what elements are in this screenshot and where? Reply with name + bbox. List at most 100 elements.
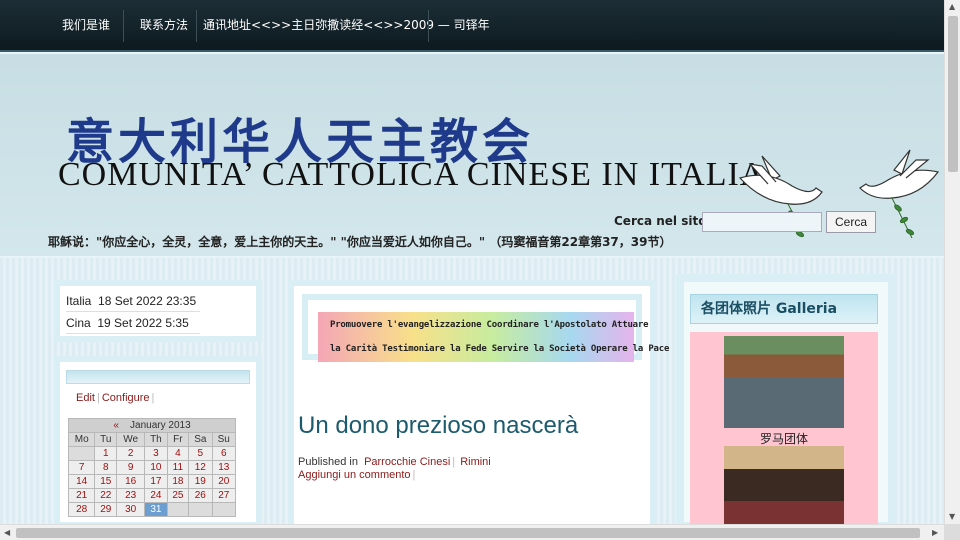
calendar-day[interactable]: 27	[211, 488, 237, 503]
dove-right-icon	[859, 149, 940, 199]
weekday: Tu	[94, 432, 118, 447]
scripture-verse: 耶稣说："你应全心，全灵，全意，爱上主你的天主。" "你应当爱近人如你自己。" …	[48, 235, 672, 249]
clock-row-italy: Italia 18 Set 2022 23:35	[66, 290, 200, 312]
calendar-day[interactable]: 28	[67, 502, 96, 517]
calendar-day[interactable]: 3	[144, 446, 168, 461]
vertical-scrollbar[interactable]: ▲ ▼	[944, 0, 960, 524]
calendar-week: 14 15 16 17 18 19 20	[67, 474, 237, 489]
calendar-weekdays: Mo Tu We Th Fr Sa Su	[67, 432, 237, 447]
search-input[interactable]	[702, 212, 822, 232]
calendar-day	[188, 502, 213, 517]
calendar-day[interactable]: 2	[116, 446, 146, 461]
nav-separator	[428, 10, 429, 42]
scroll-up-icon[interactable]: ▲	[949, 2, 955, 11]
calendar-day	[166, 502, 190, 517]
calendar-day[interactable]: 10	[144, 460, 168, 475]
gallery-caption[interactable]: 罗马团体	[690, 430, 878, 447]
category-link[interactable]: Parrocchie Cinesi	[364, 456, 450, 468]
calendar-header: « January 2013	[68, 418, 236, 433]
calendar-day-today[interactable]: 31	[144, 502, 168, 517]
calendar-day[interactable]: 26	[188, 488, 213, 503]
calendar-day	[211, 502, 237, 517]
scroll-down-icon[interactable]: ▼	[949, 512, 955, 521]
gallery-photo[interactable]	[724, 446, 844, 528]
search-label: Cerca nel sito:	[614, 214, 712, 228]
calendar-day[interactable]: 20	[211, 474, 237, 489]
site-title-italian[interactable]: COMUNITA’ CATTOLICA CINESE IN ITALIA	[58, 156, 765, 194]
search-button[interactable]: Cerca	[826, 211, 876, 233]
clock-value: 19 Set 2022 5:35	[97, 316, 189, 330]
top-navigation: 我们是谁 联系方法 通讯地址<<>>主日弥撒读经<<>>2009 — 司铎年	[0, 0, 944, 52]
link-separator: |	[412, 469, 416, 481]
calendar-day[interactable]: 17	[144, 474, 168, 489]
add-comment-link[interactable]: Aggiungi un commento	[298, 469, 411, 481]
configure-link[interactable]: Configure	[102, 392, 150, 404]
widget-title-bar	[66, 370, 250, 384]
weekday: Mo	[67, 432, 96, 447]
dove-left-icon	[738, 155, 823, 205]
nav-item-contact[interactable]: 联系方法	[140, 0, 188, 50]
post-meta: Published in Parrocchie Cinesi | Rimini A…	[298, 456, 491, 482]
clock-value: 18 Set 2022 23:35	[98, 294, 197, 308]
calendar-day[interactable]: 23	[116, 488, 146, 503]
calendar-day[interactable]: 30	[116, 502, 146, 517]
calendar-day[interactable]: 21	[67, 488, 96, 503]
calendar-day[interactable]: 14	[67, 474, 96, 489]
clock-label: Italia	[66, 294, 92, 308]
calendar-prev-link[interactable]: «	[113, 420, 119, 431]
weekday: Th	[144, 432, 168, 447]
gallery-box: 罗马团体	[690, 332, 878, 528]
link-separator: |	[452, 456, 456, 468]
nav-item-who-we-are[interactable]: 我们是谁	[62, 0, 110, 50]
nav-item-address-readings[interactable]: 通讯地址<<>>主日弥撒读经<<>>2009 — 司铎年	[203, 0, 490, 50]
calendar-day[interactable]: 6	[211, 446, 237, 461]
weekday: Fr	[166, 432, 190, 447]
category-link[interactable]: Rimini	[460, 456, 491, 468]
scroll-left-icon[interactable]: ◀	[4, 528, 10, 537]
calendar-day[interactable]: 8	[94, 460, 118, 475]
calendar-day[interactable]: 5	[188, 446, 213, 461]
vertical-scroll-thumb[interactable]	[948, 16, 958, 172]
horizontal-scroll-thumb[interactable]	[16, 528, 920, 538]
horizontal-scrollbar[interactable]: ◀ ▶	[0, 524, 944, 540]
banner-line: Promuovere l'evangelizzazione Coordinare…	[330, 320, 649, 330]
calendar-month: January 2013	[130, 420, 191, 431]
gallery-photo-rome[interactable]	[724, 336, 844, 428]
clock-row-china: Cina 19 Set 2022 5:35	[66, 312, 200, 334]
calendar-day	[67, 446, 96, 461]
clock-widget: Italia 18 Set 2022 23:35 Cina 19 Set 202…	[54, 280, 262, 342]
calendar-day[interactable]: 18	[166, 474, 190, 489]
nav-separator	[123, 10, 124, 42]
calendar-day[interactable]: 1	[94, 446, 118, 461]
calendar-day[interactable]: 15	[94, 474, 118, 489]
calendar-day[interactable]: 29	[94, 502, 118, 517]
calendar-week: 28 29 30 31	[67, 502, 237, 517]
calendar-day[interactable]: 13	[211, 460, 237, 475]
calendar-day[interactable]: 9	[116, 460, 146, 475]
main-article-column: Promuovere l'evangelizzazione Coordinare…	[288, 280, 669, 530]
calendar-widget: Edit | Configure | « January 2013 Mo Tu We …	[54, 356, 262, 528]
nav-separator	[196, 10, 197, 42]
published-in-label: Published in	[298, 456, 358, 468]
calendar-day[interactable]: 16	[116, 474, 146, 489]
calendar-day[interactable]: 4	[166, 446, 190, 461]
weekday: Su	[211, 432, 237, 447]
calendar-week: 1 2 3 4 5 6	[67, 446, 237, 461]
calendar-week: 7 8 9 10 11 12 13	[67, 460, 237, 475]
link-separator: |	[151, 392, 155, 404]
edit-link[interactable]: Edit	[76, 392, 95, 404]
gallery-widget: 各团体照片 Galleria 罗马团体	[676, 274, 896, 530]
calendar-day[interactable]: 11	[166, 460, 190, 475]
scroll-right-icon[interactable]: ▶	[932, 528, 938, 537]
calendar-day[interactable]: 7	[67, 460, 96, 475]
weekday: We	[116, 432, 146, 447]
calendar-day[interactable]: 22	[94, 488, 118, 503]
post-title[interactable]: Un dono prezioso nascerà	[298, 412, 578, 440]
site-header: 意大利华人天主教会 COMUNITA’ CATTOLICA CINESE IN …	[0, 54, 944, 256]
calendar-day[interactable]: 25	[166, 488, 190, 503]
calendar-day[interactable]: 19	[188, 474, 213, 489]
calendar-day[interactable]: 24	[144, 488, 168, 503]
calendar-day[interactable]: 12	[188, 460, 213, 475]
clock-label: Cina	[66, 316, 91, 330]
gallery-title: 各团体照片 Galleria	[690, 294, 878, 324]
